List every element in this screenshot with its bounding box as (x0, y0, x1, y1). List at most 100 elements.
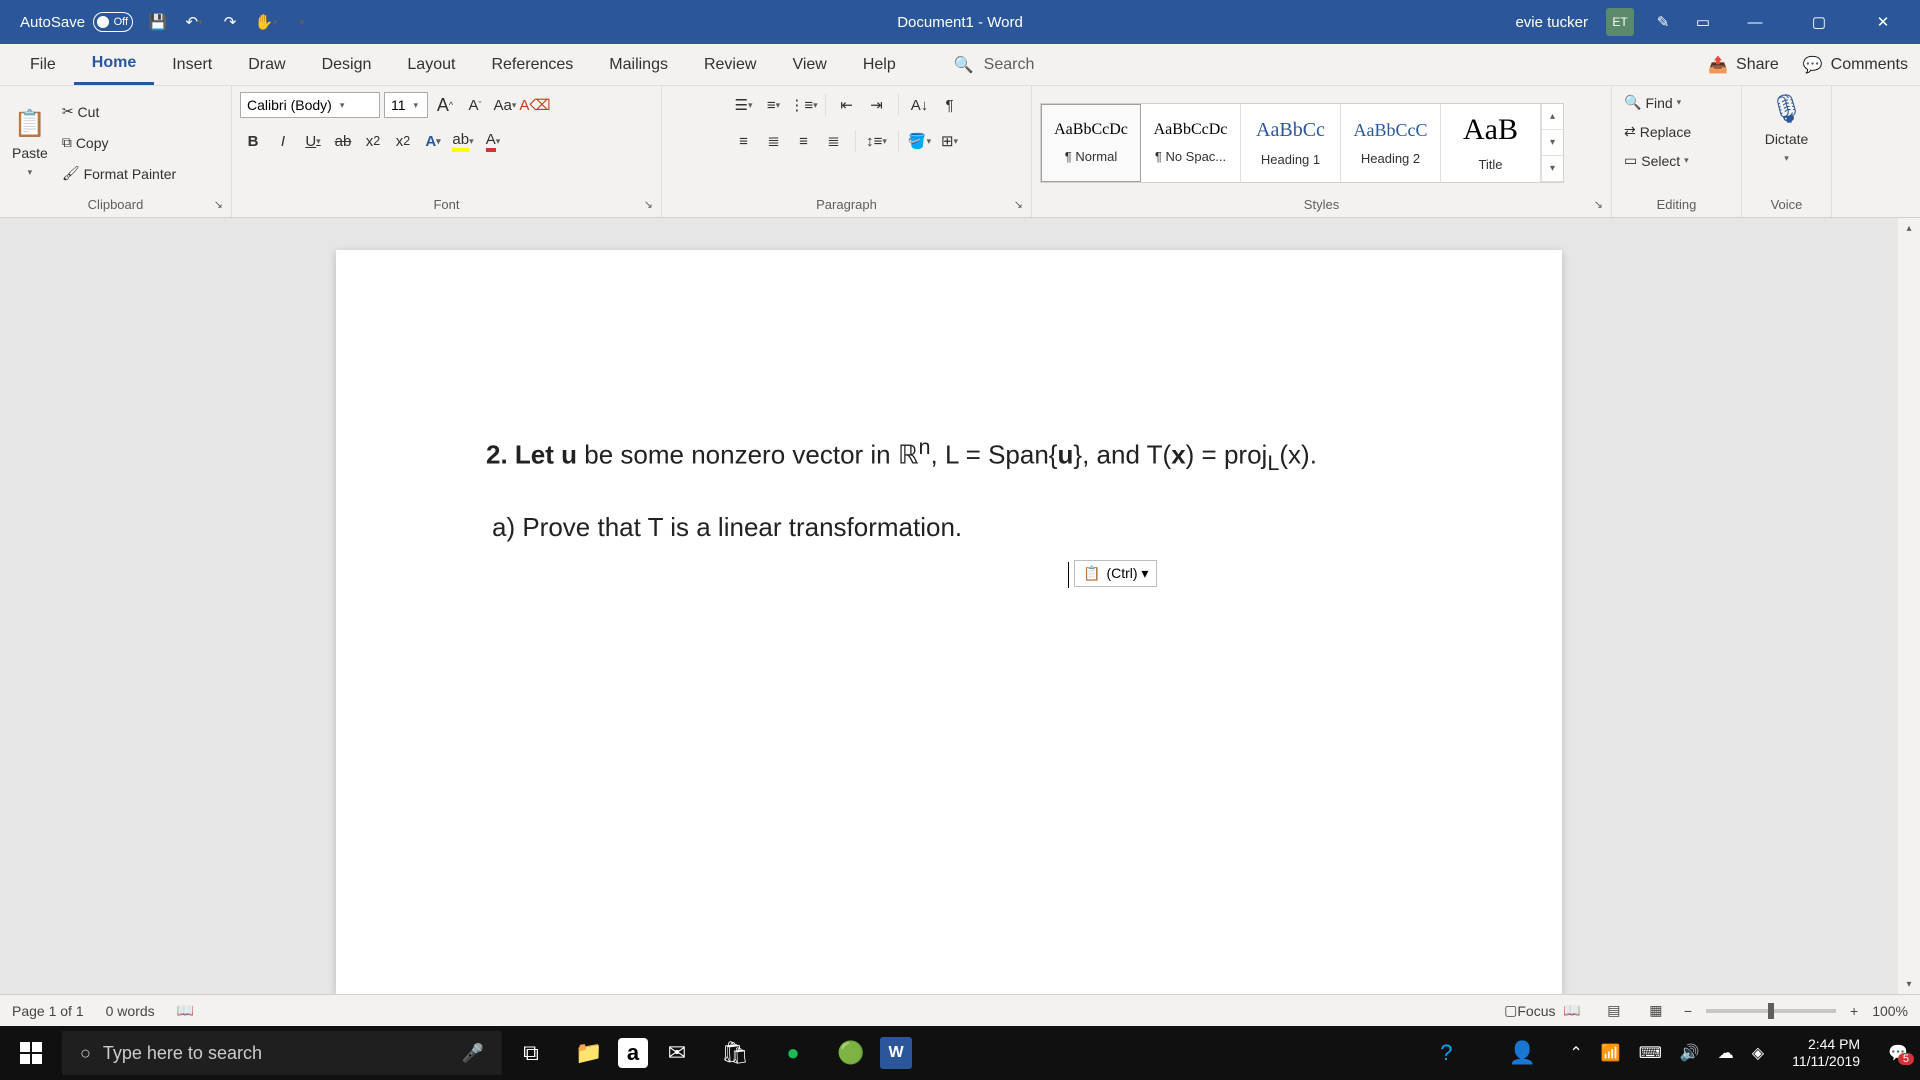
user-avatar[interactable]: ET (1606, 8, 1634, 36)
touch-mode-icon[interactable]: ✋▾ (255, 11, 277, 33)
text-effects-icon[interactable]: A▾ (420, 128, 446, 154)
user-name[interactable]: evie tucker (1515, 14, 1588, 31)
word-count[interactable]: 0 words (106, 1003, 155, 1019)
superscript-button[interactable]: x2 (390, 128, 416, 154)
find-button[interactable]: 🔍Find▾ (1620, 92, 1685, 113)
tell-me-search[interactable]: 🔍 Search (954, 55, 1035, 75)
cut-button[interactable]: ✂Cut (58, 101, 180, 122)
word-icon[interactable]: W (880, 1037, 912, 1069)
minimize-button[interactable]: — (1732, 0, 1778, 44)
style-title[interactable]: AaB Title (1441, 104, 1541, 182)
system-clock[interactable]: 2:44 PM 11/11/2019 (1782, 1036, 1870, 1070)
tab-mailings[interactable]: Mailings (591, 44, 686, 85)
chrome-icon[interactable]: 🟢 (822, 1026, 880, 1080)
mic-icon[interactable]: 🎤 (462, 1043, 484, 1064)
line-spacing-icon[interactable]: ↕≡▾ (864, 128, 890, 154)
start-button[interactable] (0, 1026, 62, 1080)
clear-formatting-icon[interactable]: A⌫ (522, 92, 548, 118)
paste-options-smart-tag[interactable]: 📋(Ctrl) ▾ (1074, 560, 1157, 587)
change-case-icon[interactable]: Aa▾ (492, 92, 518, 118)
page-indicator[interactable]: Page 1 of 1 (12, 1003, 84, 1019)
people-icon[interactable]: 👤 (1493, 1040, 1551, 1066)
redo-icon[interactable]: ↷ (219, 11, 241, 33)
bold-button[interactable]: B (240, 128, 266, 154)
shading-icon[interactable]: 🪣▾ (907, 128, 933, 154)
ribbon-display-icon[interactable]: ▭ (1692, 11, 1714, 33)
page[interactable]: 2. Let u be some nonzero vector in ℝn, L… (336, 250, 1562, 994)
numbering-icon[interactable]: ≡▾ (761, 92, 787, 118)
action-center-icon[interactable]: 💬5 (1888, 1043, 1908, 1063)
clipboard-dialog-icon[interactable]: ↘ (214, 198, 223, 211)
italic-button[interactable]: I (270, 128, 296, 154)
style-heading2[interactable]: AaBbCcC Heading 2 (1341, 104, 1441, 182)
decrease-indent-icon[interactable]: ⇤ (834, 92, 860, 118)
strikethrough-button[interactable]: ab (330, 128, 356, 154)
tab-design[interactable]: Design (304, 44, 390, 85)
font-size-select[interactable]: 11▾ (384, 92, 428, 118)
coming-soon-icon[interactable]: ✎ (1652, 11, 1674, 33)
get-help-icon[interactable]: ? (1417, 1040, 1475, 1066)
zoom-out-icon[interactable]: − (1684, 1003, 1692, 1019)
borders-icon[interactable]: ⊞▾ (937, 128, 963, 154)
highlight-icon[interactable]: ab▾ (450, 128, 476, 154)
onedrive-icon[interactable]: ☁ (1718, 1043, 1734, 1063)
document-area[interactable]: 2. Let u be some nonzero vector in ℝn, L… (0, 218, 1898, 994)
dictate-button[interactable]: Dictate (1761, 129, 1813, 149)
tab-review[interactable]: Review (686, 44, 774, 85)
select-button[interactable]: ▭Select▾ (1620, 150, 1693, 171)
sort-icon[interactable]: A↓ (907, 92, 933, 118)
paragraph-dialog-icon[interactable]: ↘ (1014, 198, 1023, 211)
share-button[interactable]: 📤Share (1708, 55, 1779, 75)
volume-icon[interactable]: 🔊 (1680, 1043, 1700, 1063)
underline-button[interactable]: U▾ (300, 128, 326, 154)
zoom-level[interactable]: 100% (1872, 1003, 1908, 1019)
cortana-search[interactable]: ○ Type here to search 🎤 (62, 1031, 502, 1075)
replace-button[interactable]: ⇄Replace (1620, 121, 1695, 142)
undo-icon[interactable]: ↶▾ (183, 11, 205, 33)
amazon-icon[interactable]: a (618, 1038, 648, 1068)
gallery-more-icon[interactable]: ▾ (1542, 156, 1563, 182)
read-mode-icon[interactable]: 📖 (1558, 999, 1586, 1023)
align-right-icon[interactable]: ≡ (791, 128, 817, 154)
file-explorer-icon[interactable]: 📁 (560, 1026, 618, 1080)
font-name-select[interactable]: Calibri (Body)▾ (240, 92, 380, 118)
zoom-in-icon[interactable]: + (1850, 1003, 1858, 1019)
font-color-icon[interactable]: A▾ (480, 128, 506, 154)
mail-icon[interactable]: ✉ (648, 1026, 706, 1080)
tab-file[interactable]: File (12, 44, 74, 85)
language-icon[interactable]: ⌨ (1639, 1043, 1662, 1063)
comments-button[interactable]: 💬Comments (1803, 55, 1908, 75)
print-layout-icon[interactable]: ▤ (1600, 999, 1628, 1023)
task-view-icon[interactable]: ⧉ (502, 1026, 560, 1080)
show-marks-icon[interactable]: ¶ (937, 92, 963, 118)
align-left-icon[interactable]: ≡ (731, 128, 757, 154)
tab-references[interactable]: References (473, 44, 591, 85)
gallery-up-icon[interactable]: ▴ (1542, 104, 1563, 130)
spell-check-icon[interactable]: 📖 (177, 1002, 194, 1019)
subscript-button[interactable]: x2 (360, 128, 386, 154)
store-icon[interactable]: 🛍 (706, 1026, 764, 1080)
justify-icon[interactable]: ≣ (821, 128, 847, 154)
tab-home[interactable]: Home (74, 44, 154, 85)
paste-button[interactable]: Paste (8, 143, 52, 163)
web-layout-icon[interactable]: ▦ (1642, 999, 1670, 1023)
tab-help[interactable]: Help (845, 44, 914, 85)
scroll-track[interactable] (1898, 238, 1920, 974)
tab-view[interactable]: View (774, 44, 844, 85)
format-painter-button[interactable]: 🖌Format Painter (58, 163, 180, 184)
dropbox-icon[interactable]: ◈ (1752, 1043, 1764, 1063)
style-heading1[interactable]: AaBbCc Heading 1 (1241, 104, 1341, 182)
spotify-icon[interactable]: ● (764, 1026, 822, 1080)
gallery-down-icon[interactable]: ▾ (1542, 130, 1563, 156)
scroll-down-icon[interactable]: ▾ (1898, 974, 1920, 994)
multilevel-icon[interactable]: ⋮≡▾ (791, 92, 817, 118)
styles-dialog-icon[interactable]: ↘ (1594, 198, 1603, 211)
copy-button[interactable]: ⧉Copy (58, 132, 180, 153)
dictate-icon[interactable]: 🎙 (1769, 92, 1805, 125)
qat-customize-icon[interactable]: ▾ (291, 11, 313, 33)
tab-draw[interactable]: Draw (230, 44, 303, 85)
grow-font-icon[interactable]: A^ (432, 92, 458, 118)
zoom-slider[interactable] (1706, 1009, 1836, 1013)
focus-mode-button[interactable]: ▢ Focus (1516, 999, 1544, 1023)
font-dialog-icon[interactable]: ↘ (644, 198, 653, 211)
